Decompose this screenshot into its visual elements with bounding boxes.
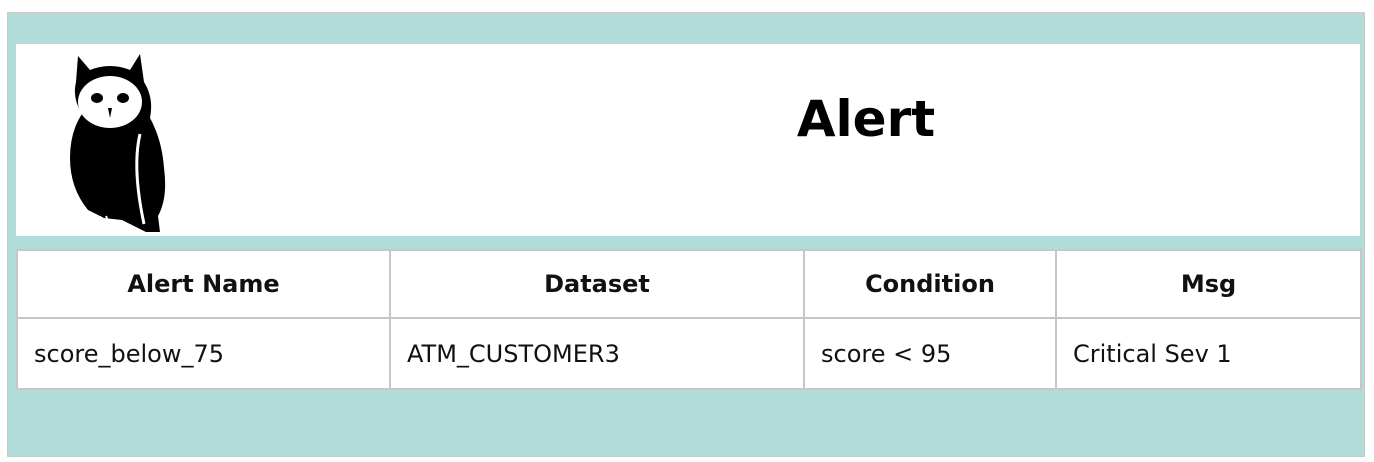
column-header-alert-name: Alert Name [16, 249, 391, 319]
column-header-msg: Msg [1055, 249, 1362, 319]
cell-msg: Critical Sev 1 [1055, 317, 1362, 390]
cell-condition: score < 95 [803, 317, 1057, 390]
table-header-row: Alert Name Dataset Condition Msg [16, 249, 1362, 319]
alert-panel: Alert Alert Name Dataset Condition Msg s… [7, 12, 1365, 457]
page-title: Alert [796, 90, 936, 148]
column-header-condition: Condition [803, 249, 1057, 319]
cell-alert-name: score_below_75 [16, 317, 391, 390]
cell-dataset: ATM_CUSTOMER3 [389, 317, 805, 390]
column-header-dataset: Dataset [389, 249, 805, 319]
owl-icon [70, 54, 166, 232]
alert-table: Alert Name Dataset Condition Msg score_b… [16, 249, 1362, 390]
table-row: score_below_75 ATM_CUSTOMER3 score < 95 … [16, 317, 1362, 390]
alert-header: Alert [16, 44, 1360, 236]
